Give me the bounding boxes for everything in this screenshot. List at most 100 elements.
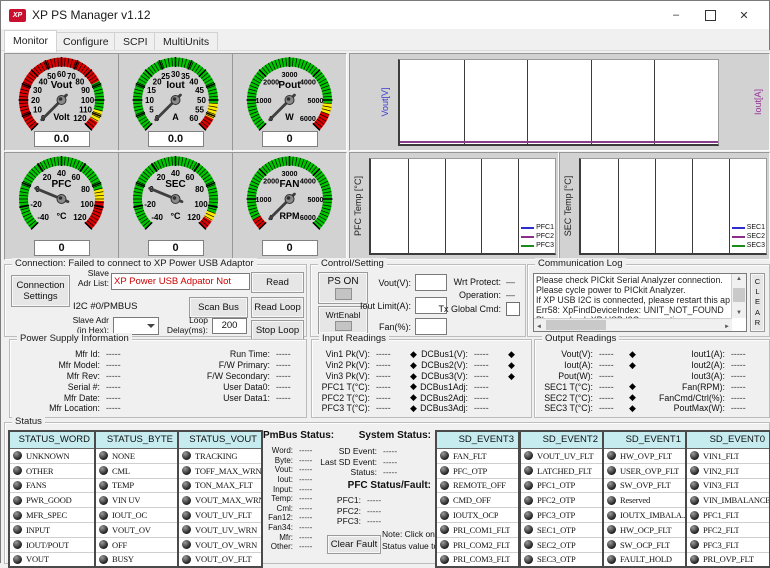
status-value[interactable]: ----- — [361, 516, 381, 526]
led-indicator — [182, 496, 191, 505]
status-row: PFC2_FLT — [687, 523, 769, 538]
chart-gridline — [464, 60, 465, 144]
maximize-button[interactable] — [693, 1, 727, 29]
status-value[interactable]: ----- — [293, 542, 312, 551]
status-value[interactable]: ----- — [293, 513, 312, 522]
reading-row: Fan(RPM):----- — [639, 381, 765, 392]
clear-fault-button[interactable]: Clear Fault — [327, 535, 381, 554]
chart-gridline — [655, 159, 656, 253]
tab-configure[interactable]: Configure — [54, 32, 118, 51]
ps-on-indicator — [335, 288, 352, 300]
clear-button-letter: E — [755, 297, 760, 307]
status-value[interactable]: ----- — [293, 485, 312, 494]
reading-row: Mfr Id:----- — [14, 349, 140, 360]
gauge-sec-value: 0 — [148, 240, 204, 256]
svg-text:°C: °C — [56, 211, 67, 221]
field-label: Iout: — [263, 475, 293, 484]
control-setting-group: Control/Setting PS ON WrtEnabl Vout(V): … — [310, 264, 526, 337]
log-vertical-scrollbar[interactable]: ▲▼ — [731, 274, 746, 318]
tx-global-checkbox[interactable] — [506, 302, 520, 316]
field-value: ----- — [725, 403, 765, 413]
led-indicator — [99, 466, 108, 475]
status-row: VOUT — [10, 553, 94, 567]
led-indicator — [607, 451, 616, 460]
led-indicator — [182, 540, 191, 549]
status-label: IOUTX_IMBALA.. — [620, 510, 685, 520]
fan-set-field[interactable] — [415, 318, 447, 335]
log-line: Please cycle power to PICkit Analyzer. — [536, 285, 730, 295]
svg-text:30: 30 — [171, 70, 180, 79]
legend-swatch — [521, 227, 534, 229]
field-label: SEC1 T(°C): — [537, 382, 593, 392]
axis-label-vout: Vout[V] — [380, 87, 390, 116]
led-indicator — [13, 451, 22, 460]
log-horizontal-scrollbar[interactable]: ◄► — [534, 318, 732, 331]
minimize-button[interactable]: – — [659, 1, 693, 29]
legend-label: PFC3 — [536, 242, 554, 249]
chart-gridline — [729, 159, 730, 253]
diamond-indicator: ◆ — [625, 360, 636, 371]
led-indicator — [13, 496, 22, 505]
input-readings-left: Vin1 Pk(V):-----◆Vin2 Pk(V):-----◆Vin3 P… — [314, 349, 417, 414]
status-value[interactable]: ----- — [377, 446, 397, 456]
led-indicator — [13, 525, 22, 534]
field-value: ----- — [593, 371, 625, 381]
scroll-up-icon[interactable]: ▲ — [732, 274, 746, 284]
status-value[interactable]: ----- — [293, 533, 312, 542]
legend-label: PFC2 — [536, 233, 554, 240]
reading-row: DCBus3Adj:----- — [418, 403, 515, 414]
slave-adr-list-field[interactable]: XP Power USB Adpator Not Found — [111, 273, 250, 290]
status-row: VIN_IMBALANCE — [687, 493, 769, 508]
reading-row: DCBus2Adj:----- — [418, 392, 515, 403]
led-indicator — [690, 451, 699, 460]
ps-on-button[interactable]: PS ON — [318, 272, 368, 304]
status-label: HW_OCP_FLT — [620, 525, 672, 535]
svg-text:90: 90 — [81, 86, 90, 95]
status-value[interactable]: ----- — [377, 457, 397, 467]
field-label: FanCmd/Ctrl(%): — [639, 393, 725, 403]
field-label: PFC3: — [317, 516, 361, 526]
scroll-right-icon[interactable]: ► — [724, 322, 730, 332]
field-label: PFC3 T(°C): — [314, 403, 370, 413]
clear-log-button[interactable]: CLEAR — [750, 273, 765, 332]
status-value[interactable]: ----- — [293, 494, 312, 503]
status-label: IOUTX_OCP — [453, 510, 498, 520]
field-label: Iout2(A): — [639, 360, 725, 370]
status-value[interactable]: ----- — [377, 467, 397, 477]
status-label: HW_OVP_FLT — [620, 451, 672, 461]
close-button[interactable]: ✕ — [727, 1, 761, 29]
status-value-row: Word:----- — [263, 446, 312, 456]
status-value[interactable]: ----- — [293, 504, 312, 513]
status-value[interactable]: ----- — [361, 495, 381, 505]
tab-multiunits[interactable]: MultiUnits — [154, 32, 218, 51]
svg-text:PFC: PFC — [52, 179, 72, 190]
reading-row: DCBus3(V):-----◆ — [418, 371, 515, 382]
loop-delay-field[interactable]: 200 — [212, 318, 247, 334]
scroll-left-icon[interactable]: ◄ — [536, 322, 542, 332]
status-value-row: Fan34:----- — [263, 523, 312, 533]
status-row: SEC2_OTP — [521, 538, 602, 553]
field-label: DCBus1(V): — [418, 349, 468, 359]
field-label: F/W Secondary: — [162, 371, 270, 381]
status-label: REMOTE_OFF — [453, 480, 506, 490]
status-row: PFC1_FLT — [687, 508, 769, 523]
field-label: User Data1: — [162, 393, 270, 403]
led-indicator — [607, 496, 616, 505]
read-loop-button[interactable]: Read Loop — [251, 297, 304, 318]
scroll-thumb[interactable] — [546, 320, 606, 330]
scroll-down-icon[interactable]: ▼ — [732, 308, 746, 318]
status-label: OTHER — [26, 466, 53, 476]
read-button[interactable]: Read — [251, 272, 304, 293]
comm-log-box[interactable]: Please check PICkit Serial Analyzer conn… — [533, 273, 747, 332]
stop-loop-button[interactable]: Stop Loop — [251, 320, 304, 341]
led-indicator — [607, 540, 616, 549]
connection-settings-button[interactable]: Connection Settings — [11, 275, 70, 307]
scroll-thumb[interactable] — [733, 288, 745, 302]
status-value[interactable]: ----- — [293, 523, 312, 532]
status-value[interactable]: ----- — [361, 506, 381, 516]
diamond-indicator: ◆ — [406, 371, 417, 382]
svg-text:Iout: Iout — [166, 80, 185, 91]
tab-scpi[interactable]: SCPI — [114, 32, 157, 51]
tab-monitor[interactable]: Monitor — [4, 30, 57, 52]
svg-text:5000: 5000 — [308, 96, 324, 105]
